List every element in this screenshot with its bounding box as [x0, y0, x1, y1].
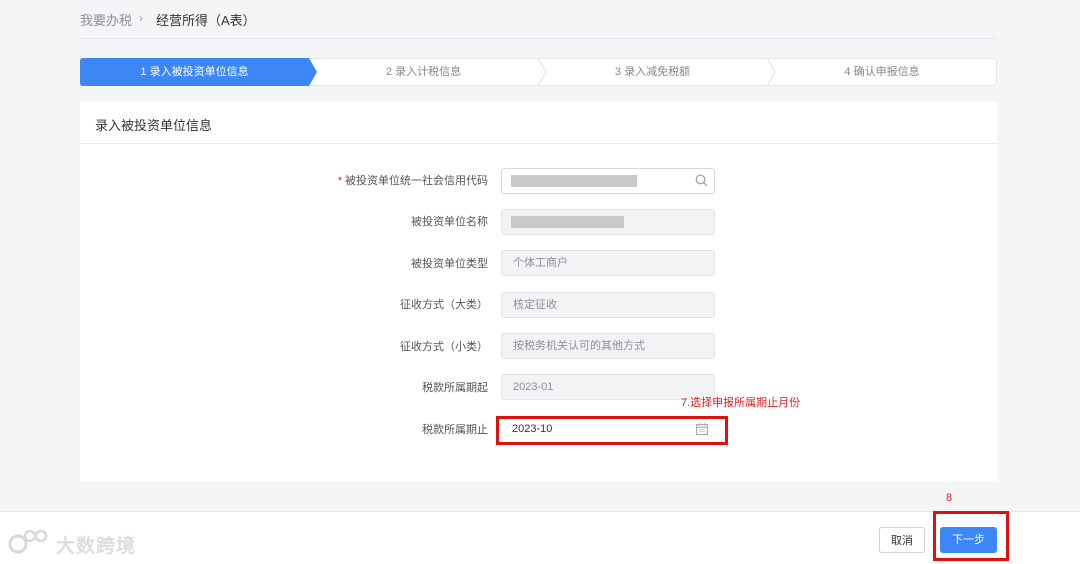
collect-major-value: 核定征收	[513, 299, 557, 311]
breadcrumb-current: 经营所得（A表）	[156, 13, 256, 28]
search-icon[interactable]	[695, 174, 708, 187]
credit-code-input[interactable]	[501, 168, 715, 194]
company-type-field: 个体工商户	[501, 250, 715, 276]
collect-minor-label: 征收方式（小类）	[400, 341, 488, 353]
company-type-label: 被投资单位类型	[411, 258, 488, 270]
annotation-step-8: 8	[946, 492, 953, 504]
watermark-text: 大数跨境	[56, 536, 137, 557]
annotation-step-7: 7.选择申报所属期止月份	[681, 397, 801, 409]
company-name-label: 被投资单位名称	[411, 216, 488, 228]
card-divider	[80, 143, 997, 144]
chevron-right-icon: ›	[139, 11, 143, 25]
step-1: 1 录入被投资单位信息	[140, 66, 249, 78]
breadcrumb-home-link[interactable]: 我要办税	[80, 10, 132, 29]
watermark: 大数跨境	[8, 527, 135, 559]
required-mark: *	[337, 175, 342, 187]
period-end-label: 税款所属期止	[422, 424, 488, 436]
collect-minor-value: 按税务机关认可的其他方式	[513, 340, 645, 352]
step-indicator: 1 录入被投资单位信息 2 录入计税信息 3 录入减免税额 4 确认申报信息	[80, 58, 997, 86]
period-start-value: 2023-01	[513, 381, 554, 393]
credit-code-label-text: 被投资单位统一社会信用代码	[345, 175, 488, 187]
cancel-button[interactable]: 取消	[879, 527, 925, 553]
collect-major-field: 核定征收	[501, 292, 715, 318]
step-3: 3 录入减免税额	[614, 66, 691, 78]
credit-code-label: * 被投资单位统一社会信用代码	[188, 174, 488, 188]
highlight-frame-next-button	[933, 511, 1009, 561]
highlight-frame-period-end	[496, 416, 728, 445]
company-name-field	[501, 209, 715, 235]
collect-minor-field: 按税务机关认可的其他方式	[501, 333, 715, 359]
redacted-value	[511, 216, 624, 228]
brand-logo-icon	[8, 529, 48, 554]
period-start-label: 税款所属期起	[422, 382, 488, 394]
step-4: 4 确认申报信息	[844, 66, 920, 78]
card-title: 录入被投资单位信息	[95, 118, 213, 133]
breadcrumb: 我要办税 › 经营所得（A表）	[80, 0, 997, 39]
company-type-value: 个体工商户	[513, 257, 568, 269]
collect-major-label: 征收方式（大类）	[400, 299, 488, 311]
form-card: 录入被投资单位信息 * 被投资单位统一社会信用代码 被投资单位名称 被投资单位类型…	[80, 101, 997, 481]
redacted-value	[511, 175, 637, 187]
step-2: 2 录入计税信息	[385, 66, 462, 78]
